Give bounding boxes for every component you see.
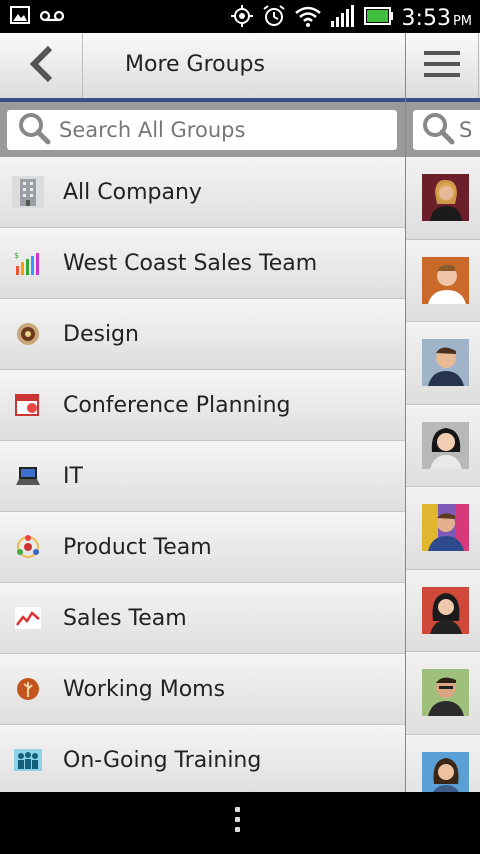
tree-icon <box>12 673 44 705</box>
hamburger-icon <box>422 48 462 84</box>
group-label: Product Team <box>63 534 212 560</box>
avatar <box>422 174 469 221</box>
list-item[interactable]: Design <box>0 299 405 370</box>
svg-text:$: $ <box>14 251 19 260</box>
line-chart-icon <box>12 602 44 634</box>
people-top-bar <box>406 33 480 99</box>
clock-time: 3:53 <box>401 5 451 31</box>
avatar <box>422 421 469 469</box>
chevron-left-icon <box>26 44 56 88</box>
list-item[interactable] <box>406 157 480 240</box>
search-icon <box>7 111 51 149</box>
search-icon <box>421 111 455 150</box>
list-item[interactable] <box>406 404 480 487</box>
clock-ampm: PM <box>452 13 472 29</box>
group-label: Working Moms <box>63 676 226 702</box>
system-nav-bar <box>0 792 480 854</box>
group-list: All Company $ West Coast Sales Team Desi… <box>0 157 405 792</box>
page-title: More Groups <box>125 52 265 77</box>
list-item[interactable]: IT <box>0 441 405 512</box>
avatar <box>422 504 469 551</box>
list-item[interactable]: Product Team <box>0 512 405 583</box>
wifi-icon <box>294 5 322 31</box>
people-list <box>406 157 480 792</box>
people-icon <box>12 744 44 776</box>
gps-icon <box>230 4 254 32</box>
group-label: IT <box>63 463 83 489</box>
search-box[interactable] <box>7 110 397 150</box>
list-item[interactable] <box>406 487 480 570</box>
calendar-icon <box>12 389 44 421</box>
group-label: West Coast Sales Team <box>63 250 318 276</box>
people-search-bar: S <box>406 102 480 157</box>
bar-chart-icon: $ <box>12 247 44 279</box>
alarm-icon <box>262 4 286 32</box>
flower-icon <box>12 318 44 350</box>
group-label: All Company <box>63 179 202 205</box>
list-item[interactable]: $ West Coast Sales Team <box>0 228 405 299</box>
avatar <box>422 669 469 716</box>
team-circle-icon <box>12 531 44 563</box>
list-item[interactable] <box>406 569 480 652</box>
avatar <box>422 339 469 386</box>
group-label: On-Going Training <box>63 747 262 773</box>
group-label: Design <box>63 321 139 347</box>
list-item[interactable]: On-Going Training <box>0 725 405 792</box>
overflow-menu-icon[interactable] <box>235 807 240 832</box>
list-item[interactable]: Sales Team <box>0 583 405 654</box>
list-item[interactable] <box>406 322 480 405</box>
laptop-icon <box>12 460 44 492</box>
people-search-placeholder: S <box>459 118 473 142</box>
top-bar: More Groups <box>0 33 405 99</box>
status-bar: 3:53 PM <box>0 0 480 33</box>
list-item[interactable]: Conference Planning <box>0 370 405 441</box>
battery-icon <box>363 7 394 29</box>
list-item[interactable] <box>406 734 480 792</box>
voicemail-icon <box>39 8 65 27</box>
people-panel: S <box>405 33 480 792</box>
search-input[interactable] <box>57 117 381 143</box>
search-bar <box>0 102 405 157</box>
clock: 3:53 PM <box>402 6 472 31</box>
group-label: Sales Team <box>63 605 187 631</box>
people-search-box[interactable]: S <box>413 110 480 150</box>
gallery-icon <box>10 6 30 28</box>
list-item[interactable]: All Company <box>0 157 405 228</box>
avatar <box>422 256 469 304</box>
list-item[interactable] <box>406 239 480 322</box>
building-icon <box>12 176 44 208</box>
menu-button[interactable] <box>406 33 479 98</box>
group-label: Conference Planning <box>63 392 291 418</box>
groups-panel: More Groups All Company $ West Coast Sal… <box>0 33 405 792</box>
avatar <box>422 586 469 634</box>
list-item[interactable]: Working Moms <box>0 654 405 725</box>
back-button[interactable] <box>0 33 83 98</box>
list-item[interactable] <box>406 652 480 735</box>
signal-icon <box>330 5 356 31</box>
avatar <box>422 751 469 792</box>
